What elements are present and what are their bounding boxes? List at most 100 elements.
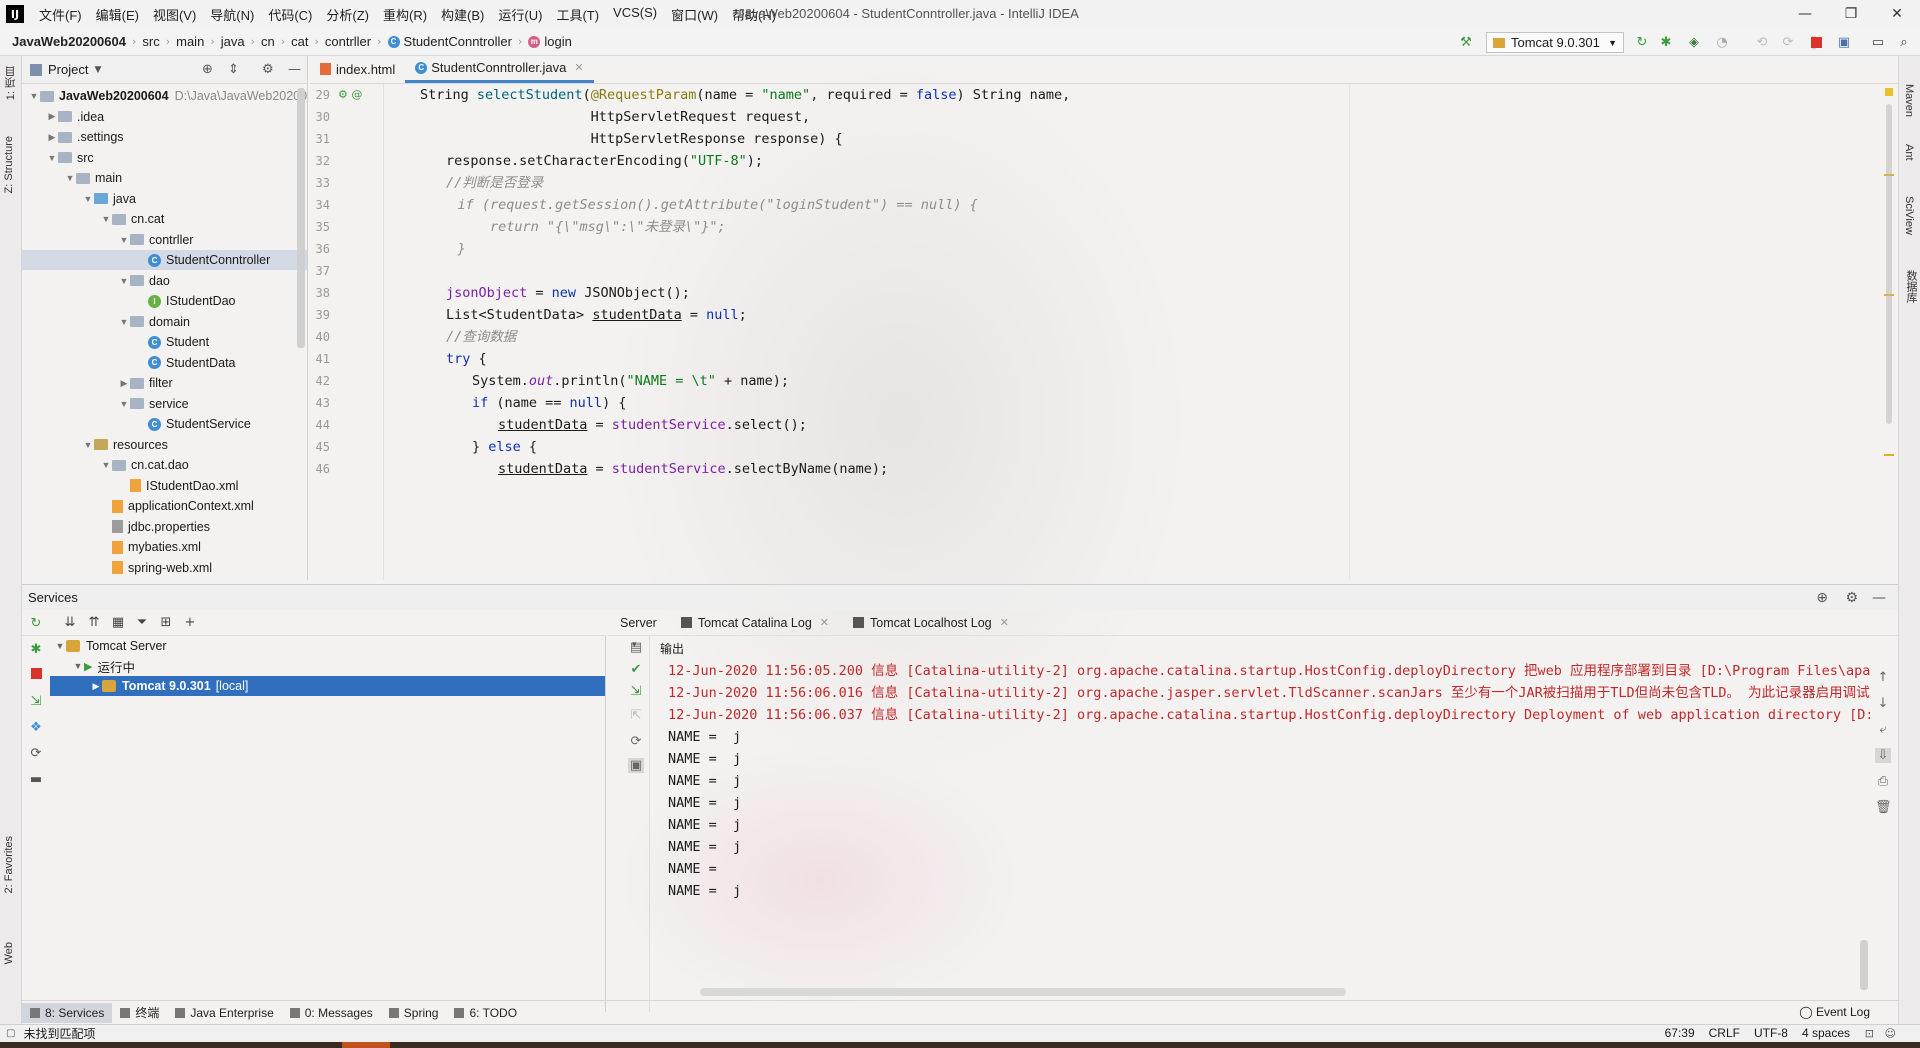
close-tab-icon[interactable]: ✕ — [820, 616, 829, 629]
deploy-icon[interactable]: ⇲ — [28, 694, 44, 710]
chevron-down-icon[interactable]: ▼ — [72, 661, 84, 671]
tab-studentconntroller-java[interactable]: C StudentConntroller.java ✕ — [405, 55, 594, 83]
editor-scrollbar[interactable] — [1886, 104, 1892, 424]
menu-item[interactable]: 视图(V) — [146, 5, 203, 24]
tool-window-button[interactable]: Java Enterprise — [167, 1003, 281, 1023]
breadcrumb-item[interactable]: contrller — [321, 34, 375, 49]
menu-item[interactable]: 窗口(W) — [664, 5, 725, 24]
code-line[interactable]: System.out.println("NAME = \t" + name); — [472, 370, 789, 392]
close-tab-icon[interactable]: ✕ — [1000, 616, 1009, 629]
chevron-down-icon[interactable]: ▼ — [82, 194, 94, 204]
tree-scrollbar[interactable] — [297, 88, 305, 348]
code-line[interactable]: String selectStudent(@RequestParam(name … — [420, 84, 1070, 106]
tab-localhost-log[interactable]: Tomcat Localhost Log ✕ — [841, 616, 1021, 630]
lock-icon[interactable]: ⊡ — [1865, 1027, 1874, 1040]
code-line[interactable]: jsonObject = new JSONObject(); — [446, 282, 690, 304]
menu-item[interactable]: 文件(F) — [32, 5, 89, 24]
tree-node[interactable]: ▼ cn.cat.dao — [22, 455, 189, 475]
chevron-down-icon[interactable]: ▼ — [94, 65, 101, 75]
rerun-icon[interactable]: ↻ — [28, 616, 44, 632]
chevron-down-icon[interactable]: ▾ — [632, 640, 637, 650]
expand-all-icon[interactable]: ⇊ — [58, 615, 82, 630]
reload-icon[interactable]: ⟳ — [1780, 34, 1796, 50]
tree-node[interactable]: ▼ service — [22, 394, 189, 414]
warning-marker-icon[interactable] — [1885, 88, 1893, 96]
update-icon[interactable]: ⟲ — [1754, 34, 1770, 50]
code-line[interactable]: studentData = studentService.select(); — [498, 414, 807, 436]
build-hammer-icon[interactable]: ⚒ — [1458, 34, 1474, 50]
soft-wrap-icon[interactable]: ⤶ — [1875, 722, 1891, 737]
tree-node[interactable]: mybaties.xml — [22, 537, 201, 557]
add-icon[interactable]: + — [178, 615, 202, 630]
tab-index-html[interactable]: index.html — [310, 55, 405, 83]
tool-window-button[interactable]: Spring — [381, 1003, 447, 1023]
breadcrumb-project[interactable]: JavaWeb20200604 — [0, 34, 130, 49]
undeploy-icon[interactable]: ⇱ — [628, 708, 644, 723]
minimize-button[interactable]: — — [1782, 0, 1828, 28]
tool-tab-favorites[interactable]: 2: Favorites — [3, 836, 15, 893]
chevron-down-icon[interactable]: ▼ — [118, 235, 130, 245]
menu-item[interactable]: 编辑(E) — [89, 5, 146, 24]
locate-icon[interactable]: ⊕ — [202, 62, 213, 77]
intellij-logo-icon[interactable]: IJ — [6, 5, 24, 23]
code-line[interactable]: if (name == null) { — [472, 392, 626, 414]
debug-icon[interactable]: ✱ — [1658, 34, 1674, 50]
gear-icon[interactable]: ⚙ — [1845, 590, 1858, 606]
tree-node[interactable]: ▶ .settings — [22, 127, 124, 147]
tool-tab-sciview[interactable]: SciView — [1903, 196, 1915, 235]
maximize-button[interactable]: ❐ — [1828, 0, 1874, 28]
chevron-down-icon[interactable]: ▼ — [28, 91, 40, 101]
debug-icon[interactable]: ✱ — [28, 642, 44, 658]
bean-method-icon[interactable]: ⚙ @ — [338, 88, 362, 101]
artifact-icon[interactable]: ❖ — [28, 720, 44, 736]
refresh-icon[interactable]: ⟳ — [628, 734, 644, 749]
tab-server[interactable]: Server — [608, 616, 669, 630]
tree-node[interactable]: C StudentConntroller — [22, 250, 307, 270]
scroll-up-icon[interactable]: ↑ — [1875, 670, 1891, 685]
breadcrumb-item[interactable]: cat — [287, 34, 312, 49]
tree-node[interactable]: ▼ domain — [22, 312, 190, 332]
scroll-to-end-icon[interactable]: ⇩ — [1875, 748, 1891, 763]
tool-tab-project[interactable]: 1: 项目 — [3, 66, 19, 100]
tree-node[interactable]: ▼ java — [22, 189, 136, 209]
check-icon[interactable]: ✔ — [628, 662, 644, 677]
console-horizontal-scrollbar[interactable] — [700, 988, 1346, 996]
tree-node[interactable]: ▼ JavaWeb20200604 D:\Java\JavaWeb20200 — [22, 86, 307, 106]
chevron-down-icon[interactable]: ▼ — [46, 153, 58, 163]
code-line[interactable]: // } — [386, 238, 466, 260]
browse-icon[interactable]: ▣ — [628, 758, 644, 773]
tool-window-button[interactable]: 0: Messages — [282, 1003, 381, 1023]
print-icon[interactable]: ⎙ — [1875, 774, 1891, 789]
warning-marker[interactable] — [1884, 454, 1894, 456]
indent-setting[interactable]: 4 spaces — [1802, 1026, 1850, 1040]
chevron-down-icon[interactable]: ▼ — [118, 276, 130, 286]
tree-node[interactable]: ▼ src — [22, 148, 94, 168]
menu-item[interactable]: 构建(B) — [434, 5, 491, 24]
code-line[interactable]: response.setCharacterEncoding("UTF-8"); — [446, 150, 763, 172]
chevron-down-icon[interactable]: ▼ — [64, 173, 76, 183]
tree-node[interactable]: ▼ main — [22, 168, 123, 188]
code-line[interactable]: HttpServletRequest request, — [420, 106, 810, 128]
tree-node[interactable]: IStudentDao.xml — [22, 476, 238, 496]
chevron-down-icon[interactable]: ▼ — [118, 317, 130, 327]
error-stripe[interactable] — [1884, 84, 1894, 580]
hide-panel-icon[interactable]: — — [1872, 590, 1886, 606]
menu-item[interactable]: 工具(T) — [549, 5, 606, 24]
file-encoding[interactable]: UTF-8 — [1754, 1026, 1788, 1040]
tool-tab-ant[interactable]: Ant — [1903, 144, 1915, 161]
tool-tab-database[interactable]: 数据库 — [1903, 270, 1919, 303]
breadcrumb-class[interactable]: C StudentConntroller — [384, 34, 516, 49]
menu-item[interactable]: VCS(S) — [606, 5, 664, 24]
tree-node[interactable]: ▼ contrller — [22, 230, 194, 250]
breadcrumb-item[interactable]: main — [172, 34, 208, 49]
locate-icon[interactable]: ⊕ — [1816, 590, 1828, 606]
menu-item[interactable]: 分析(Z) — [319, 5, 376, 24]
breadcrumb-method[interactable]: m login — [524, 34, 575, 49]
service-node[interactable]: ▶ Tomcat 9.0.301 [local] — [50, 676, 605, 696]
group-by-icon[interactable]: ▦ — [106, 615, 130, 630]
run-configuration-select[interactable]: Tomcat 9.0.301 ▼ — [1486, 32, 1624, 53]
tree-node[interactable]: ▼ resources — [22, 435, 168, 455]
code-line[interactable]: HttpServletResponse response) { — [420, 128, 843, 150]
project-structure-icon[interactable]: ▣ — [1836, 34, 1852, 50]
hide-panel-icon[interactable]: — — [288, 62, 301, 77]
